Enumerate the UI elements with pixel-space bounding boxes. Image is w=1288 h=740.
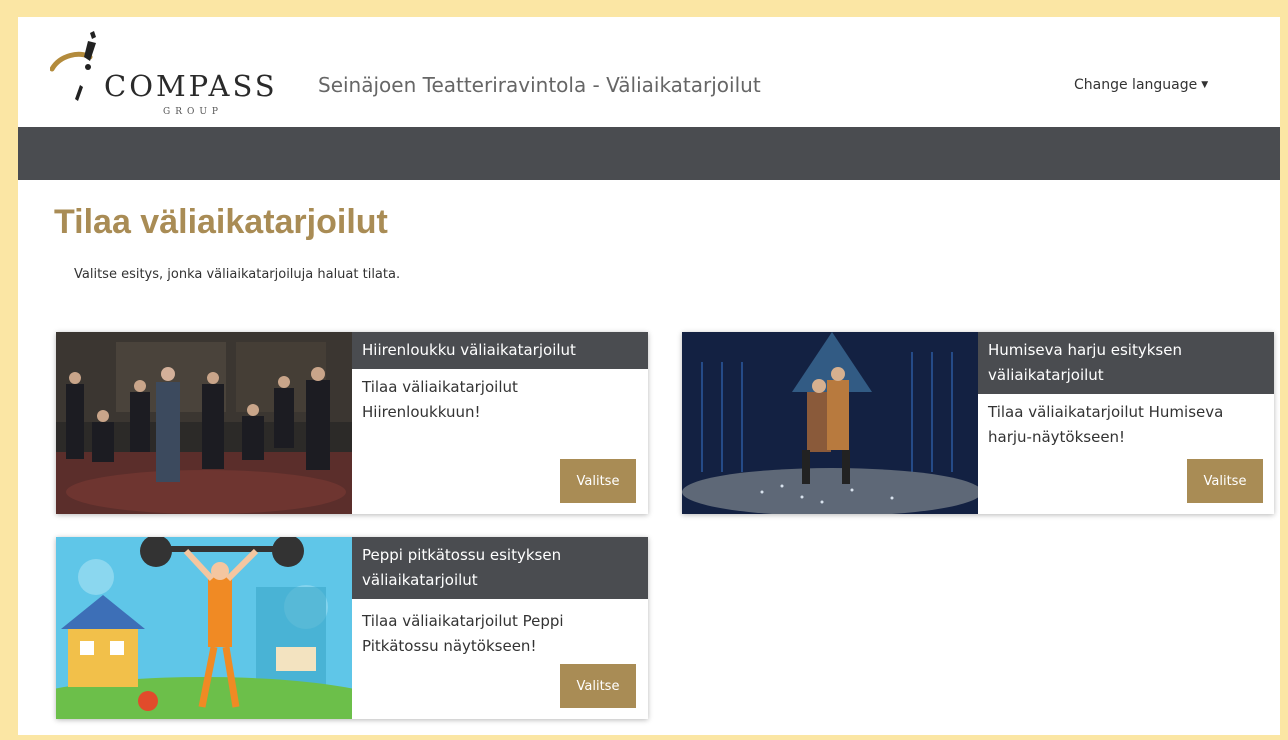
show-card-hiirenloukku: Hiirenloukku väliaikatarjoilut Tilaa väl… bbox=[56, 332, 648, 514]
show-card-peppi-pitkatossu: Peppi pitkätossu esityksen väliaikatarjo… bbox=[56, 537, 648, 719]
select-button[interactable]: Valitse bbox=[560, 664, 636, 708]
caret-down-icon: ▼ bbox=[1201, 80, 1209, 90]
page-title: Tilaa väliaikatarjoilut bbox=[54, 203, 388, 241]
intro-text: Valitse esitys, jonka väliaikatarjoiluja… bbox=[74, 267, 401, 282]
show-image-humiseva-harju bbox=[682, 332, 978, 514]
site-header: COMPASS GROUP Seinäjoen Teatteriravintol… bbox=[18, 17, 1280, 127]
show-card-title: Hiirenloukku väliaikatarjoilut bbox=[352, 332, 648, 369]
select-button[interactable]: Valitse bbox=[560, 459, 636, 503]
logo-subtitle: GROUP bbox=[163, 107, 223, 117]
show-card-description: Tilaa väliaikatarjoilut Peppi Pitkätossu… bbox=[362, 612, 564, 655]
change-language-label: Change language bbox=[1074, 77, 1198, 93]
change-language-dropdown[interactable]: Change language ▼ bbox=[1074, 77, 1208, 93]
logo-wordmark: COMPASS bbox=[104, 69, 278, 103]
show-card-title: Humiseva harju esityksen väliaikatarjoil… bbox=[978, 332, 1274, 394]
page-frame: COMPASS GROUP Seinäjoen Teatteriravintol… bbox=[18, 17, 1280, 735]
show-card-humiseva-harju: Humiseva harju esityksen väliaikatarjoil… bbox=[682, 332, 1274, 514]
main-navbar bbox=[18, 127, 1280, 180]
show-image-hiirenloukku bbox=[56, 332, 352, 514]
show-card-description: Tilaa väliaikatarjoilut Hiirenloukkuun! bbox=[362, 378, 518, 421]
show-image-peppi-pitkatossu bbox=[56, 537, 352, 719]
show-card-title: Peppi pitkätossu esityksen väliaikatarjo… bbox=[352, 537, 648, 599]
show-card-description: Tilaa väliaikatarjoilut Humiseva harju-n… bbox=[988, 403, 1224, 446]
select-button[interactable]: Valitse bbox=[1187, 459, 1263, 503]
compass-group-logo[interactable]: COMPASS GROUP bbox=[50, 27, 290, 119]
site-title: Seinäjoen Teatteriravintola - Väliaikata… bbox=[318, 73, 761, 97]
compass-logo-mark bbox=[50, 31, 96, 101]
